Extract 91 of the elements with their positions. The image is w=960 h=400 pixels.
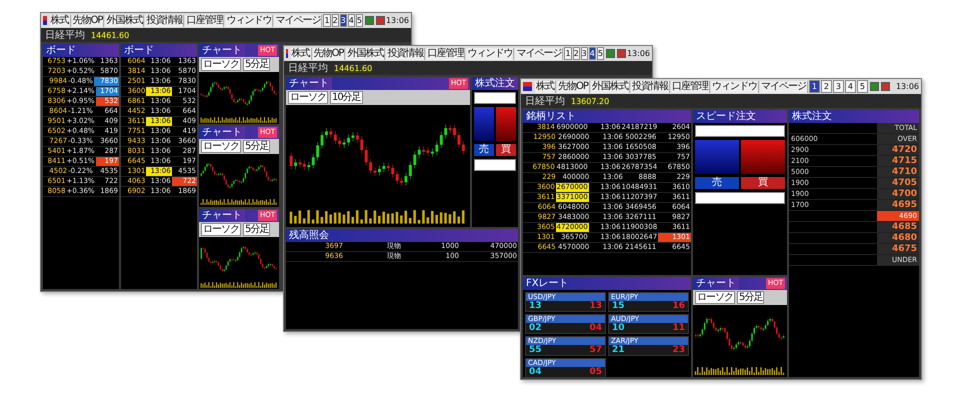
ask-rate[interactable]: 57 bbox=[589, 345, 602, 355]
page-tab[interactable]: 1 bbox=[808, 80, 820, 93]
period-select[interactable]: 5分足 bbox=[243, 140, 270, 154]
ask-rate[interactable]: 04 bbox=[589, 323, 602, 333]
page-tab[interactable]: 2 bbox=[820, 80, 832, 93]
menu-item[interactable]: 先物OP bbox=[557, 80, 590, 92]
menu-item[interactable]: 外国株式 bbox=[105, 14, 144, 26]
price-cell[interactable]: 4675 bbox=[877, 244, 919, 254]
period-select[interactable]: 5分足 bbox=[737, 291, 764, 304]
period-select[interactable]: 5分足 bbox=[243, 222, 270, 236]
chart-style-select[interactable]: ローソク bbox=[201, 58, 241, 71]
chart-style-select[interactable]: ローソク bbox=[201, 140, 241, 154]
chart-style-select[interactable]: ローソク bbox=[695, 291, 735, 304]
panel-title: 残高照会 bbox=[286, 229, 518, 242]
ask-rate[interactable]: 13 bbox=[589, 301, 602, 311]
page-tab[interactable]: 4 bbox=[588, 47, 596, 60]
page-tab[interactable]: 5 bbox=[356, 14, 363, 27]
page-tab[interactable]: 1 bbox=[564, 47, 572, 60]
menu-item[interactable]: 口座管理 bbox=[185, 14, 224, 26]
page-tab[interactable]: 3 bbox=[832, 80, 844, 93]
page-tab[interactable]: 1 bbox=[323, 14, 331, 27]
panel-title: FXレート bbox=[523, 277, 691, 290]
page-tab[interactable]: 2 bbox=[332, 14, 339, 27]
menu-item[interactable]: 外国株式 bbox=[346, 48, 386, 60]
menu-item[interactable]: マイページ bbox=[760, 80, 808, 92]
panel-title: 株式注文 bbox=[789, 110, 919, 123]
menu-item[interactable]: マイページ bbox=[274, 14, 322, 26]
menu-item[interactable]: 口座管理 bbox=[670, 80, 710, 92]
page-tab[interactable]: 3 bbox=[580, 47, 588, 60]
panel-title: チャート bbox=[286, 77, 332, 90]
bid-rate[interactable]: 55 bbox=[529, 345, 542, 355]
price-cell[interactable]: 4705 bbox=[877, 178, 919, 188]
menu-item[interactable]: 先物OP bbox=[72, 14, 104, 26]
index-label: 日経平均 bbox=[525, 95, 565, 108]
menu-item[interactable]: 外国株式 bbox=[590, 80, 630, 92]
price-cell[interactable]: 4715 bbox=[877, 156, 919, 166]
menu-item[interactable]: 先物OP bbox=[312, 48, 346, 60]
menu-item[interactable]: 株式 bbox=[290, 48, 312, 60]
ask-rate[interactable]: 05 bbox=[589, 367, 602, 377]
bid-rate[interactable]: 02 bbox=[529, 323, 542, 333]
menu-item[interactable]: 投資情報 bbox=[386, 48, 426, 60]
price-cell[interactable]: 4685 bbox=[877, 222, 919, 232]
ask-rate[interactable]: 11 bbox=[672, 323, 685, 333]
price-cell[interactable]: 4680 bbox=[877, 233, 919, 243]
price-cell[interactable]: 4710 bbox=[877, 167, 919, 177]
panel-title: ボード bbox=[121, 44, 197, 57]
sell-button[interactable]: 売 bbox=[695, 177, 739, 189]
page-tab[interactable]: 3 bbox=[340, 14, 347, 27]
bid-rate[interactable]: 13 bbox=[529, 301, 542, 311]
ask-rate[interactable]: 23 bbox=[672, 345, 685, 355]
page-tab[interactable]: 4 bbox=[844, 80, 856, 93]
period-select[interactable]: 10分足 bbox=[330, 91, 363, 104]
ask-rate[interactable]: 16 bbox=[672, 301, 685, 311]
panel-title: 銘柄リスト bbox=[523, 110, 691, 123]
panel-title: 株式注文 bbox=[472, 77, 518, 90]
index-value: 14461.60 bbox=[334, 64, 372, 72]
menu-item[interactable]: 投資情報 bbox=[630, 80, 670, 92]
menu-item[interactable]: 口座管理 bbox=[426, 48, 466, 60]
clock-text: 13:06 bbox=[626, 49, 650, 58]
page-tab[interactable]: 4 bbox=[348, 14, 355, 27]
menu-item[interactable]: ウィンドウ bbox=[225, 14, 274, 26]
menu-item[interactable]: ウィンドウ bbox=[466, 48, 514, 60]
price-cell[interactable]: 4720 bbox=[877, 145, 919, 155]
menu-item[interactable]: マイページ bbox=[515, 48, 564, 60]
menu-item[interactable]: ウィンドウ bbox=[710, 80, 759, 92]
chart-style-select[interactable]: ローソク bbox=[288, 91, 328, 104]
buy-button[interactable]: 買 bbox=[741, 177, 785, 189]
index-label: 日経平均 bbox=[288, 62, 328, 75]
menu-item[interactable]: 株式 bbox=[535, 80, 556, 92]
page-tab[interactable]: 2 bbox=[572, 47, 580, 60]
index-value: 14461.60 bbox=[91, 30, 130, 40]
panel-title: ボード bbox=[43, 44, 119, 57]
index-value: 13607.20 bbox=[571, 96, 610, 106]
bid-rate[interactable]: 21 bbox=[612, 345, 625, 355]
period-select[interactable]: 5分足 bbox=[243, 58, 270, 71]
index-label: 日経平均 bbox=[45, 29, 85, 42]
clock-text: 13:06 bbox=[386, 16, 409, 25]
menu-item[interactable]: 投資情報 bbox=[145, 14, 184, 26]
bid-rate[interactable]: 10 bbox=[612, 323, 625, 333]
menu-item[interactable]: 株式 bbox=[50, 14, 71, 26]
price-cell[interactable]: 4695 bbox=[877, 200, 919, 210]
clock-text: 13:06 bbox=[896, 82, 919, 91]
buy-button[interactable]: 買 bbox=[496, 144, 516, 156]
panel-title: スピード注文 bbox=[693, 110, 787, 123]
page-tab[interactable]: 5 bbox=[856, 80, 868, 93]
page-tab[interactable]: 5 bbox=[596, 47, 604, 60]
bid-rate[interactable]: 15 bbox=[612, 301, 625, 311]
sell-button[interactable]: 売 bbox=[474, 144, 494, 156]
price-cell[interactable]: 4700 bbox=[877, 189, 919, 199]
bid-rate[interactable]: 04 bbox=[529, 367, 542, 377]
chart-style-select[interactable]: ローソク bbox=[201, 222, 241, 236]
